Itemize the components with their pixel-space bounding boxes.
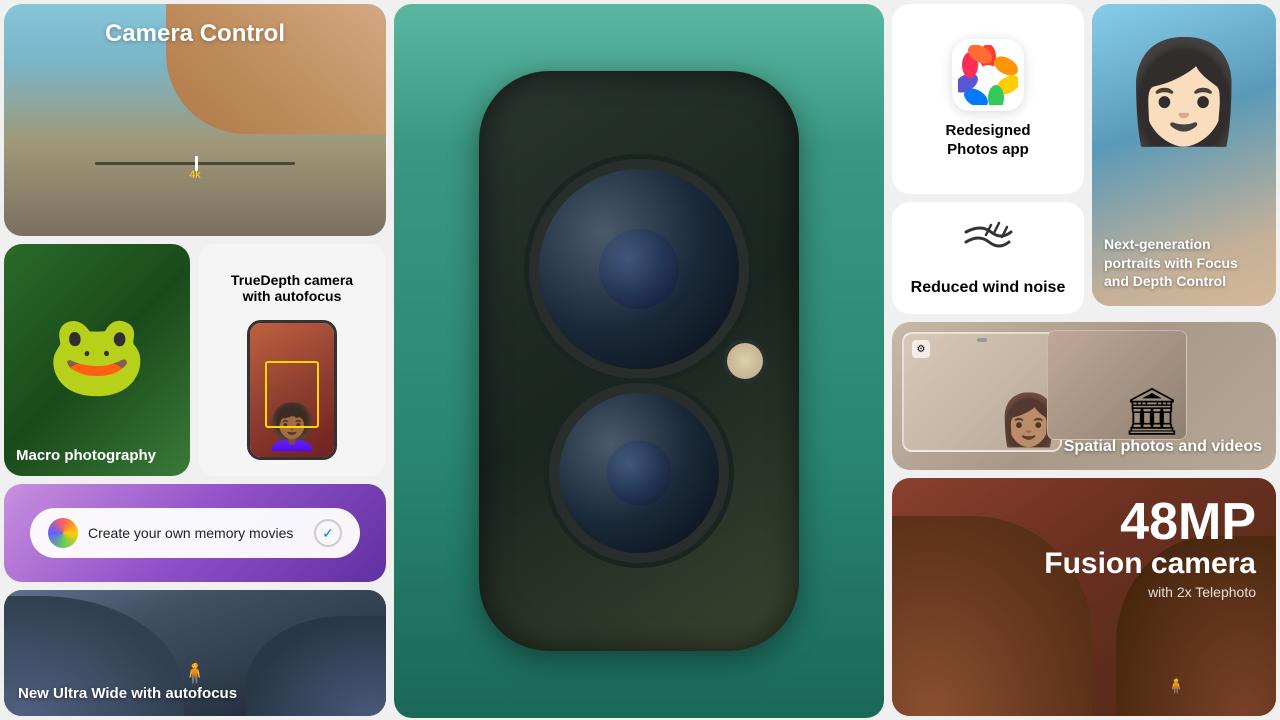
- lens-housing: [479, 71, 799, 651]
- flash-dot: [727, 343, 763, 379]
- photos-app-line1: Redesigned: [945, 121, 1030, 141]
- frog-icon: 🐸: [47, 308, 147, 402]
- focus-rect: [265, 361, 319, 428]
- memory-checkmark-icon: ✓: [314, 519, 342, 547]
- phone-mockup: 👩🏾‍🦱: [247, 320, 337, 460]
- camera-control-title: Camera Control: [105, 20, 285, 48]
- photos-app-line2: Photos app: [945, 140, 1030, 160]
- main-lens-bottom: [559, 393, 719, 553]
- portrait-tile: 👩🏻 Next-generation portraits with Focus …: [1092, 4, 1276, 306]
- macro-label: Macro photography: [16, 447, 156, 464]
- memory-orb-icon: [48, 518, 78, 548]
- ultrawide-label: New Ultra Wide with autofocus: [18, 685, 237, 702]
- truedepth-line2: with autofocus: [231, 288, 353, 304]
- macro-tile: 🐸 Macro photography: [4, 244, 190, 476]
- portrait-label: Next-generation portraits with Focus and…: [1104, 235, 1264, 290]
- memory-text: Create your own memory movies: [88, 525, 304, 541]
- mp48-tile: 🧍 48MP Fusion camera with 2x Telephoto: [892, 478, 1276, 716]
- ultrawide-tile: 🧍 New Ultra Wide with autofocus: [4, 590, 386, 716]
- photos-flower-svg: [958, 45, 1018, 105]
- main-lens-top: [539, 169, 739, 369]
- memory-input-bar[interactable]: Create your own memory movies ✓: [30, 508, 360, 558]
- camera-slider: 4k: [95, 162, 295, 181]
- memory-tile: Create your own memory movies ✓: [4, 484, 386, 582]
- photos-app-icon: [952, 39, 1024, 111]
- photos-app-tile: Redesigned Photos app: [892, 4, 1084, 194]
- spatial-tile: 👩🏽 ⚙ 🏛 Spatial photos and videos: [892, 322, 1276, 470]
- main-camera-tile: [394, 4, 884, 718]
- truedepth-tile: TrueDepth camera with autofocus 👩🏾‍🦱: [198, 244, 386, 476]
- mp-fusion: Fusion camera: [1044, 547, 1256, 580]
- mp-number: 48MP: [1044, 498, 1256, 547]
- spatial-tablet: 👩🏽 ⚙: [902, 332, 1062, 452]
- spatial-label: Spatial photos and videos: [1064, 438, 1262, 456]
- camera-control-tile: Camera Control 4k: [4, 4, 386, 236]
- mp-sub: with 2x Telephoto: [1044, 584, 1256, 600]
- wind-noise-label: Reduced wind noise: [911, 279, 1066, 297]
- truedepth-line1: TrueDepth camera: [231, 258, 353, 288]
- wind-noise-tile: Reduced wind noise: [892, 202, 1084, 314]
- wind-icon: [961, 220, 1016, 275]
- portrait-face: 👩🏻: [1122, 34, 1247, 151]
